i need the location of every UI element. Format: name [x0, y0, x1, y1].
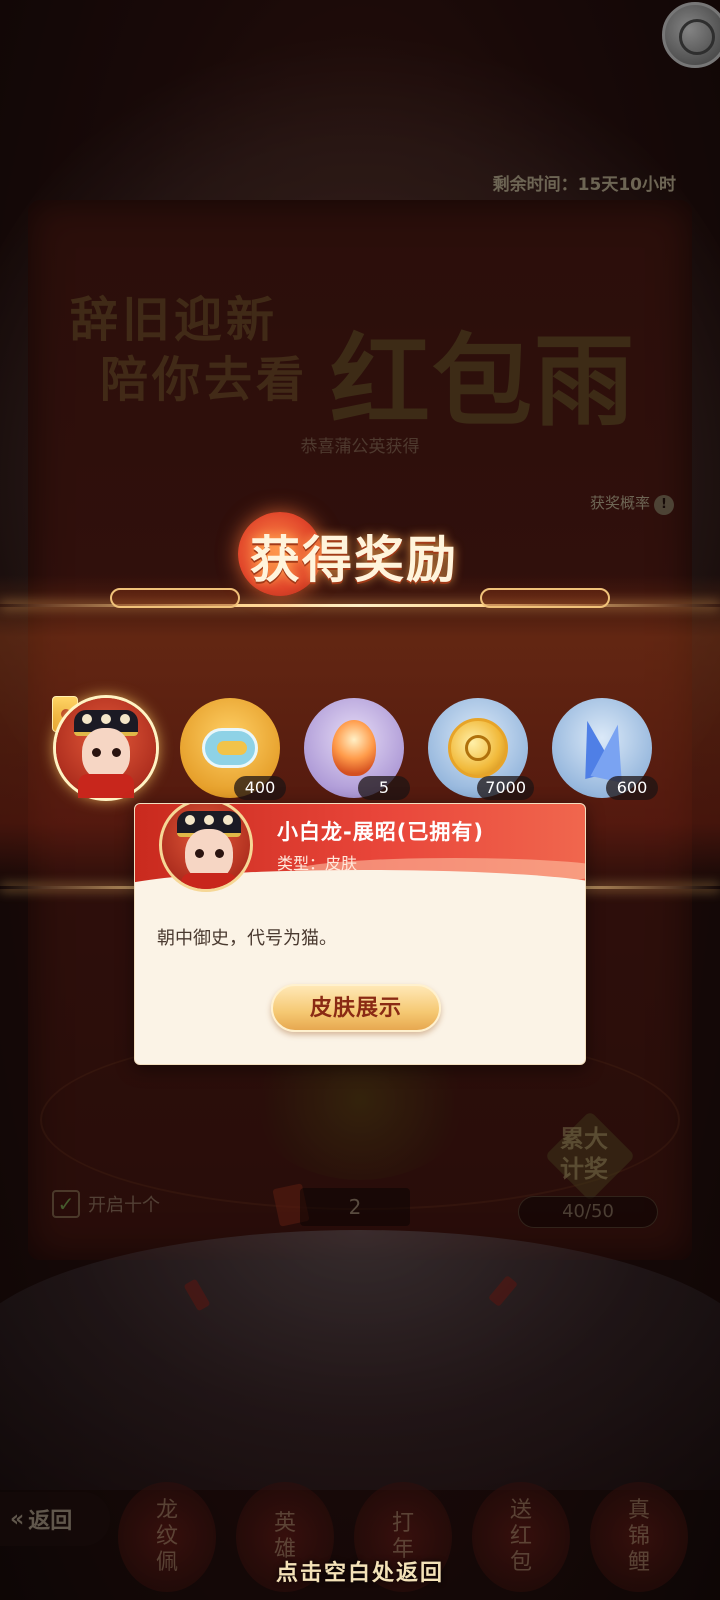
hero-body	[78, 774, 134, 798]
skin-detail-card: 小白龙-展昭(已拥有) 类型：皮肤 朝中御史，代号为猫。 皮肤展示	[134, 803, 586, 1065]
hero-face	[82, 728, 130, 780]
reward-item-skin[interactable]	[56, 698, 156, 798]
glow-line-top	[0, 604, 720, 607]
skin-type: 类型：皮肤	[277, 854, 358, 873]
reward-count: 400	[234, 776, 286, 800]
reward-item-token[interactable]: 400	[180, 698, 286, 800]
reward-count: 7000	[477, 776, 534, 800]
skin-name: 小白龙-展昭(已拥有)	[277, 820, 484, 844]
reward-count: 600	[606, 776, 658, 800]
skin-description: 朝中御史，代号为猫。	[157, 928, 337, 949]
reward-title: 获得奖励	[250, 530, 458, 589]
token-icon	[202, 728, 258, 768]
flame-crystal-icon	[332, 720, 376, 776]
cloud-ornament-left	[110, 588, 240, 608]
tap-to-return-hint: 点击空白处返回	[275, 1561, 444, 1586]
skin-preview-button[interactable]: 皮肤展示	[271, 984, 441, 1032]
gold-coin-icon	[448, 718, 508, 778]
reward-item-blue-crystal[interactable]: 600	[552, 698, 658, 800]
cloud-ornament-right	[480, 588, 610, 608]
reward-count: 5	[358, 776, 410, 800]
reward-item-flame-crystal[interactable]: 5	[304, 698, 410, 800]
reward-item-coin[interactable]: 7000	[428, 698, 534, 800]
